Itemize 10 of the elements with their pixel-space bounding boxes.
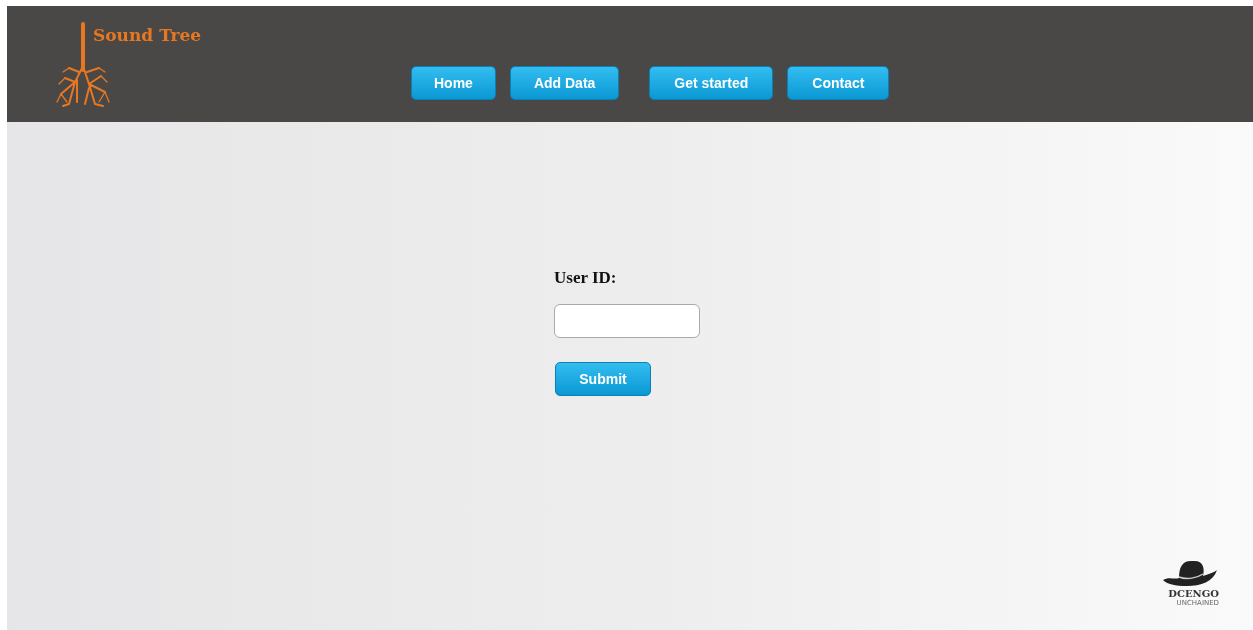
submit-button[interactable]: Submit bbox=[555, 362, 651, 396]
cowboy-hat-icon bbox=[1161, 558, 1219, 588]
nav-button[interactable]: Get started bbox=[649, 66, 774, 100]
logo-wordmark: DCENGO bbox=[1168, 588, 1219, 599]
user-id-label: User ID: bbox=[554, 268, 617, 288]
user-id-field[interactable] bbox=[554, 304, 700, 338]
nav-button[interactable]: Add Data bbox=[509, 66, 620, 100]
nav-button[interactable]: Contact bbox=[787, 66, 890, 100]
nav-button[interactable]: Home bbox=[411, 66, 496, 100]
site-title: Sound Tree bbox=[93, 25, 202, 45]
